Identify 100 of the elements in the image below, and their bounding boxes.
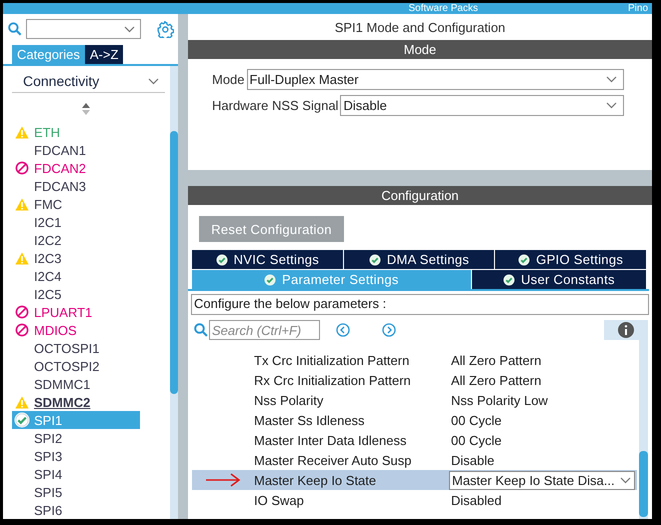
warning-icon xyxy=(14,396,30,408)
mode-select[interactable]: Full-Duplex Master xyxy=(246,69,624,90)
peripheral-label: SDMMC1 xyxy=(34,376,90,392)
peripheral-item[interactable]: FMC xyxy=(12,195,140,213)
peripheral-item[interactable]: I2C2 xyxy=(12,231,140,249)
check-icon xyxy=(14,412,30,428)
scrollbar-thumb[interactable] xyxy=(170,131,178,394)
peripheral-item[interactable]: SPI6 xyxy=(12,501,140,519)
annotation-arrow xyxy=(205,473,241,487)
check-icon xyxy=(502,274,515,286)
parameter-value: 00 Cycle xyxy=(450,412,503,428)
peripheral-label: LPUART1 xyxy=(34,304,92,320)
search-combo[interactable] xyxy=(26,19,142,39)
peripheral-label: FDCAN2 xyxy=(34,160,86,176)
section-header: Configuration xyxy=(188,186,652,205)
info-button[interactable] xyxy=(604,320,648,340)
parameter-name: Master Ss Idleness xyxy=(254,412,365,428)
parameter-row[interactable]: Master Keep Io State Master Keep Io State Disa... xyxy=(192,470,637,490)
peripheral-label: ETH xyxy=(34,124,60,140)
parameter-row[interactable]: Master Receiver Auto Susp Disable xyxy=(192,450,637,470)
peripheral-item[interactable]: OCTOSPI2 xyxy=(12,357,140,375)
parameter-value: Nss Polarity Low xyxy=(450,392,549,408)
mode-select[interactable]: Disable xyxy=(340,95,624,116)
peripheral-item[interactable]: SPI5 xyxy=(12,483,140,501)
peripheral-label: SPI6 xyxy=(34,502,62,518)
parameter-name: Tx Crc Initialization Pattern xyxy=(254,352,410,368)
category-dropdown[interactable]: Connectivity xyxy=(12,70,165,93)
parameter-row[interactable]: Master Inter Data Idleness 00 Cycle xyxy=(192,430,637,450)
scrollbar[interactable] xyxy=(639,340,648,519)
next-button[interactable] xyxy=(382,323,396,337)
peripheral-item[interactable]: FDCAN3 xyxy=(12,177,140,195)
warning-icon xyxy=(14,252,30,264)
check-icon xyxy=(518,254,530,266)
parameter-row[interactable]: IO Swap Disabled xyxy=(192,490,637,510)
peripheral-item[interactable]: FDCAN1 xyxy=(12,141,140,159)
settings-tab[interactable]: DMA Settings xyxy=(344,250,494,269)
prohibited-icon xyxy=(14,305,30,319)
chevron-down-icon xyxy=(124,26,136,32)
peripheral-item[interactable]: I2C4 xyxy=(12,267,140,285)
peripheral-item[interactable]: SPI4 xyxy=(12,465,140,483)
parameter-value: All Zero Pattern xyxy=(450,372,542,388)
peripheral-item[interactable]: I2C3 xyxy=(12,249,140,267)
prohibited-icon xyxy=(14,323,30,337)
sort-icon[interactable] xyxy=(82,103,90,115)
parameter-name: IO Swap xyxy=(254,492,304,508)
field-label: Hardware NSS Signal xyxy=(212,98,338,113)
sidebar-tab[interactable]: A->Z xyxy=(84,45,124,64)
peripheral-label: FMC xyxy=(34,196,62,212)
warning-icon xyxy=(14,126,30,138)
peripheral-item[interactable]: MDIOS xyxy=(12,321,140,339)
field-label: Mode xyxy=(212,72,245,87)
chevron-right-icon xyxy=(382,323,396,337)
check-icon xyxy=(216,254,228,266)
parameter-name: Nss Polarity xyxy=(254,392,324,408)
parameter-row[interactable]: Rx Crc Initialization Pattern All Zero Pattern xyxy=(192,370,637,390)
panel-title: SPI1 Mode and Configuration xyxy=(334,19,506,37)
peripheral-label: I2C3 xyxy=(34,250,62,266)
chevron-down-icon xyxy=(148,78,159,84)
peripheral-item[interactable]: SDMMC1 xyxy=(12,375,140,393)
peripheral-label: SPI2 xyxy=(34,430,62,446)
parameter-value: All Zero Pattern xyxy=(450,352,542,368)
search-icon xyxy=(8,22,22,36)
peripheral-item[interactable]: OCTOSPI1 xyxy=(12,339,140,357)
peripheral-item[interactable]: SPI3 xyxy=(12,447,140,465)
search-field[interactable]: Search (Ctrl+F) xyxy=(209,320,320,340)
settings-tab[interactable]: GPIO Settings xyxy=(495,250,646,269)
peripheral-label: I2C4 xyxy=(34,268,62,284)
peripheral-label: OCTOSPI2 xyxy=(34,358,100,374)
scrollbar-thumb[interactable] xyxy=(639,451,648,517)
parameter-name: Master Receiver Auto Susp xyxy=(254,452,412,468)
peripheral-item[interactable]: LPUART1 xyxy=(12,303,140,321)
settings-tab[interactable]: User Constants xyxy=(472,270,646,289)
parameter-row[interactable]: Tx Crc Initialization Pattern All Zero Pattern xyxy=(192,350,637,370)
settings-tab[interactable]: NVIC Settings xyxy=(192,250,343,269)
parameter-row[interactable]: Nss Polarity Nss Polarity Low xyxy=(192,390,637,410)
parameter-row[interactable]: Master Ss Idleness 00 Cycle xyxy=(192,410,637,430)
settings-icon[interactable] xyxy=(157,20,174,38)
previous-button[interactable] xyxy=(336,323,350,337)
peripheral-label: SPI3 xyxy=(34,448,62,464)
peripheral-label: I2C2 xyxy=(34,232,62,248)
peripheral-item[interactable]: I2C5 xyxy=(12,285,140,303)
peripheral-item[interactable]: FDCAN2 xyxy=(12,159,140,177)
peripheral-label: SPI5 xyxy=(34,484,62,500)
peripheral-label: FDCAN3 xyxy=(34,178,86,194)
parameter-name: Rx Crc Initialization Pattern xyxy=(254,372,411,388)
peripheral-label: SPI1 xyxy=(34,412,62,428)
peripheral-item[interactable]: SDMMC2 xyxy=(12,393,140,411)
peripheral-item[interactable]: I2C1 xyxy=(12,213,140,231)
parameter-select[interactable]: Master Keep Io State Disa... xyxy=(449,470,635,490)
peripheral-item[interactable]: SPI2 xyxy=(12,429,140,447)
check-icon xyxy=(264,274,276,286)
parameter-value: Disabled xyxy=(450,492,503,508)
parameter-value: 00 Cycle xyxy=(450,432,503,448)
parameter-name: Master Inter Data Idleness xyxy=(254,432,406,448)
chevron-down-icon xyxy=(620,476,631,484)
scrollbar[interactable] xyxy=(170,66,178,519)
peripheral-label: I2C1 xyxy=(34,214,62,230)
peripheral-label: SDMMC2 xyxy=(34,394,90,410)
peripheral-label: I2C5 xyxy=(34,286,62,302)
check-icon xyxy=(368,254,381,266)
